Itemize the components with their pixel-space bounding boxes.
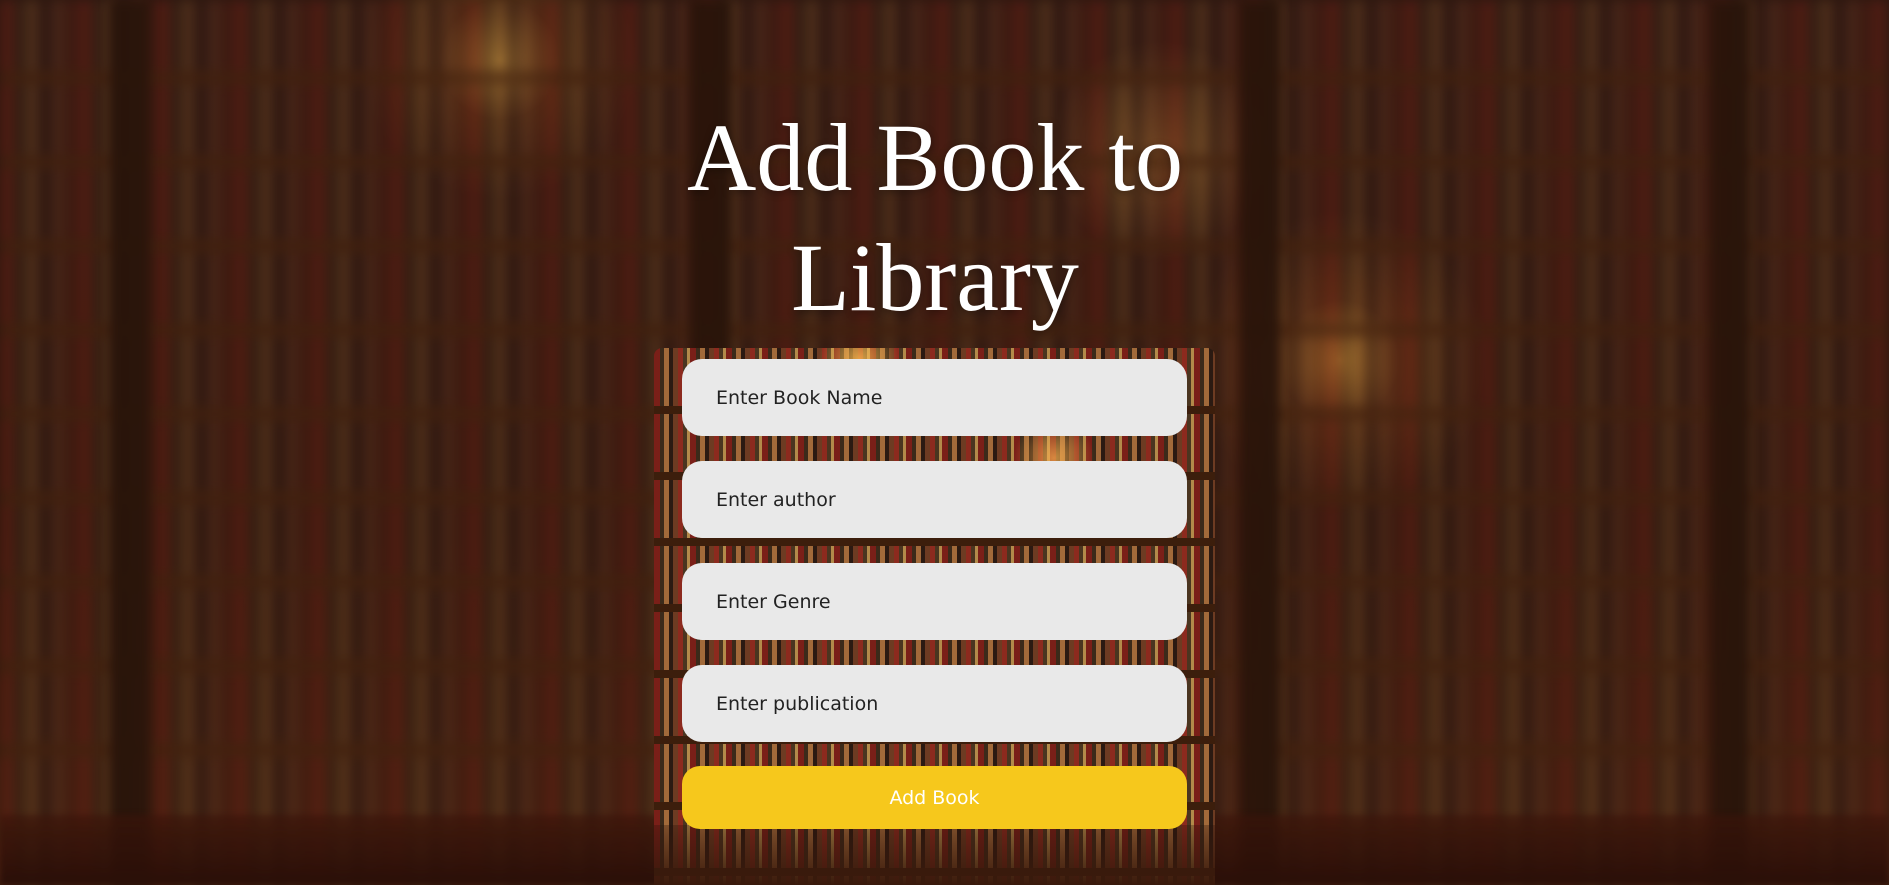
add-book-form: Add Book — [654, 348, 1215, 885]
page-title-line2: Library — [791, 224, 1079, 332]
add-book-button[interactable]: Add Book — [682, 766, 1187, 829]
publication-input[interactable] — [682, 665, 1187, 742]
author-input[interactable] — [682, 461, 1187, 538]
book-name-input[interactable] — [682, 359, 1187, 436]
genre-input[interactable] — [682, 563, 1187, 640]
page-title-line1: Add Book to — [686, 104, 1184, 212]
page-title: Add Book to Library — [0, 98, 1870, 338]
